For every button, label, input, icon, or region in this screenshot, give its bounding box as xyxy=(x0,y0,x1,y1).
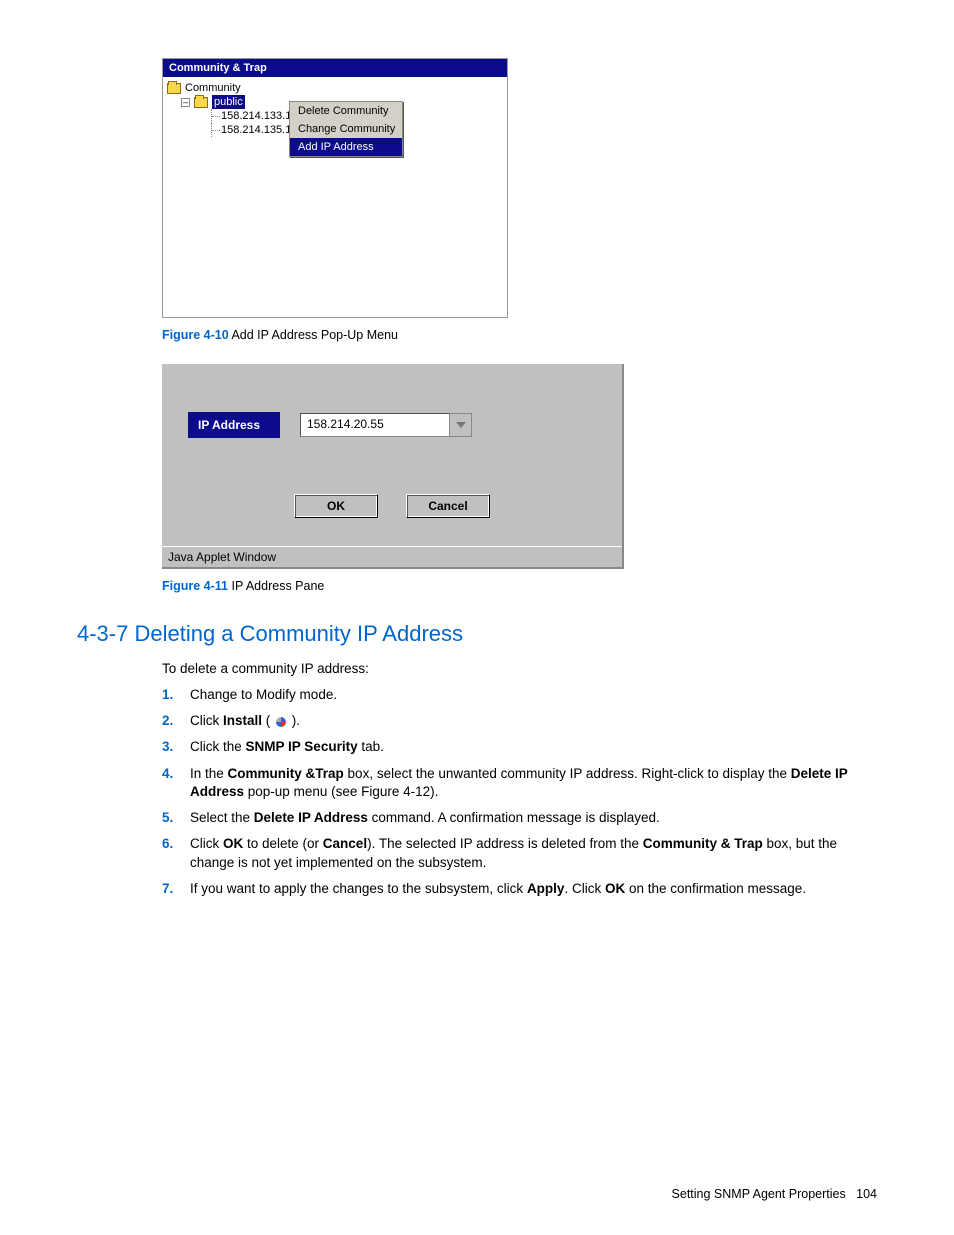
chevron-down-icon xyxy=(456,422,466,428)
step-body: Change to Modify mode. xyxy=(190,686,877,704)
step-number: 5. xyxy=(162,809,190,827)
figure-caption-text: IP Address Pane xyxy=(228,579,324,593)
tree-root-label[interactable]: Community xyxy=(185,81,241,95)
community-tree[interactable]: Community – public 158.214.133.1 158.214… xyxy=(163,77,507,317)
ip-address-pane: IP Address 158.214.20.55 OK Cancel Java … xyxy=(162,364,624,569)
tree-line-icon xyxy=(211,123,221,137)
step-number: 4. xyxy=(162,765,190,801)
figure-label: Figure 4-10 xyxy=(162,328,229,342)
tree-line-icon xyxy=(211,109,221,123)
applet-status-bar: Java Applet Window xyxy=(162,546,622,567)
step-number: 6. xyxy=(162,835,190,871)
page-footer: Setting SNMP Agent Properties 104 xyxy=(672,1187,877,1201)
menu-item-add-ip-address[interactable]: Add IP Address xyxy=(290,138,402,156)
step-number: 7. xyxy=(162,880,190,898)
step-body: Select the Delete IP Address command. A … xyxy=(190,809,877,827)
footer-section-title: Setting SNMP Agent Properties xyxy=(672,1187,846,1201)
tree-ip-item[interactable]: 158.214.135.1 xyxy=(221,123,291,137)
community-trap-panel: Community & Trap Community – public 158.… xyxy=(162,58,508,318)
cancel-button[interactable]: Cancel xyxy=(406,494,490,518)
figure-caption: Figure 4-10 Add IP Address Pop-Up Menu xyxy=(162,328,877,342)
ip-address-label: IP Address xyxy=(188,412,280,438)
step-item: 2. Click Install ( ). xyxy=(162,712,877,730)
tree-ip-item[interactable]: 158.214.133.1 xyxy=(221,109,291,123)
step-body: If you want to apply the changes to the … xyxy=(190,880,877,898)
figure-label: Figure 4-11 xyxy=(162,579,228,593)
folder-icon xyxy=(194,97,208,108)
ip-dropdown-button[interactable] xyxy=(450,413,472,437)
folder-icon xyxy=(167,83,181,94)
step-number: 3. xyxy=(162,738,190,756)
step-item: 4. In the Community &Trap box, select th… xyxy=(162,765,877,801)
install-icon xyxy=(274,715,288,729)
figure-caption-text: Add IP Address Pop-Up Menu xyxy=(229,328,398,342)
step-item: 3. Click the SNMP IP Security tab. xyxy=(162,738,877,756)
panel-title: Community & Trap xyxy=(163,59,507,77)
step-item: 7. If you want to apply the changes to t… xyxy=(162,880,877,898)
figure-caption: Figure 4-11 IP Address Pane xyxy=(162,579,877,593)
step-body: In the Community &Trap box, select the u… xyxy=(190,765,877,801)
context-menu: Delete Community Change Community Add IP… xyxy=(289,101,403,157)
menu-item-change-community[interactable]: Change Community xyxy=(290,120,402,138)
step-number: 1. xyxy=(162,686,190,704)
page-number: 104 xyxy=(856,1187,877,1201)
section-heading: 4-3-7 Deleting a Community IP Address xyxy=(77,621,877,647)
step-body: Click Install ( ). xyxy=(190,712,877,730)
step-item: 1. Change to Modify mode. xyxy=(162,686,877,704)
ip-address-input[interactable]: 158.214.20.55 xyxy=(300,413,450,437)
tree-node-public[interactable]: public xyxy=(212,95,245,109)
steps-list: 1. Change to Modify mode. 2. Click Insta… xyxy=(162,686,877,898)
step-number: 2. xyxy=(162,712,190,730)
menu-item-delete-community[interactable]: Delete Community xyxy=(290,102,402,120)
step-item: 5. Select the Delete IP Address command.… xyxy=(162,809,877,827)
section-intro: To delete a community IP address: xyxy=(162,661,877,676)
step-body: Click the SNMP IP Security tab. xyxy=(190,738,877,756)
step-body: Click OK to delete (or Cancel). The sele… xyxy=(190,835,877,871)
step-item: 6. Click OK to delete (or Cancel). The s… xyxy=(162,835,877,871)
ok-button[interactable]: OK xyxy=(294,494,378,518)
tree-collapse-icon[interactable]: – xyxy=(181,98,190,107)
